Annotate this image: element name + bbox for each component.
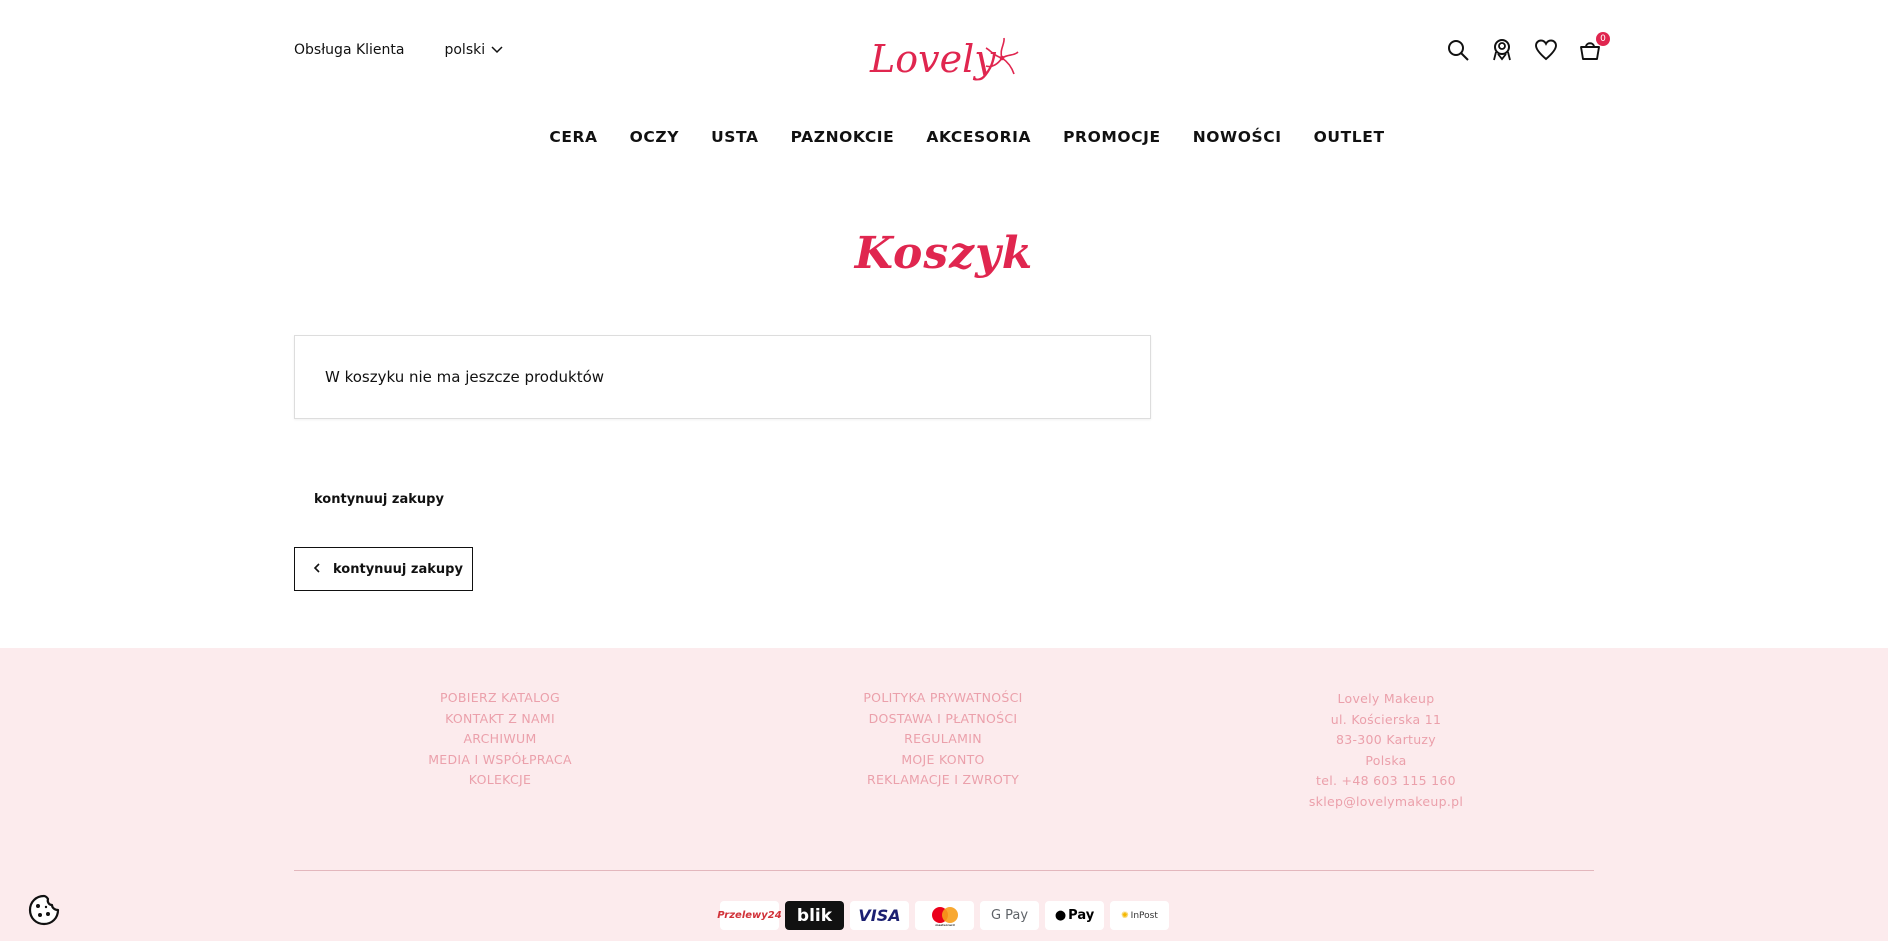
logo-text: Lovely [869,37,996,81]
mastercard-logo: mastercard [915,901,974,930]
apple-pay-label: Pay [1068,908,1095,923]
footer-country: Polska [1365,752,1407,768]
chevron-left-icon [313,562,321,577]
heart-icon[interactable] [1534,38,1558,62]
chevron-down-icon [491,42,503,58]
footer-email[interactable]: sklep@lovelymakeup.pl [1309,794,1463,809]
header-top-left: Obsługa Klienta polski [294,42,503,58]
footer-link-contact[interactable]: KONTAKT Z NAMI [445,711,555,726]
apple-icon: ● [1054,908,1067,923]
footer-link-returns[interactable]: REKLAMACJE I ZWROTY [867,772,1019,787]
footer-company-name: Lovely Makeup [1337,691,1435,706]
continue-shopping-link[interactable]: kontynuuj zakupy [314,492,444,507]
continue-shopping-button[interactable]: kontynuuj zakupy [294,547,473,591]
inpost-sun-icon: ✺ [1121,910,1129,921]
footer-link-archive[interactable]: ARCHIWUM [463,731,536,746]
footer-link-delivery[interactable]: DOSTAWA I PŁATNOŚCI [869,711,1018,726]
footer-link-privacy[interactable]: POLITYKA PRYWATNOŚCI [863,690,1022,705]
footer-city: 83-300 Kartuzy [1335,732,1436,747]
footer: POBIERZ KATALOG KONTAKT Z NAMI ARCHIWUM … [0,648,1888,941]
przelewy24-logo: Przelewy24 [717,901,782,930]
visa-logo: VISA [850,901,909,930]
continue-shopping-button-label: kontynuuj zakupy [333,561,463,577]
nav-item-nowosci[interactable]: NOWOŚCI [1193,128,1282,146]
apple-pay-logo: ● Pay [1045,901,1104,930]
footer-col-address: Lovely Makeup ul. Kościerska 11 83-300 K… [1296,691,1476,809]
empty-cart-message: W koszyku nie ma jeszcze produktów [325,368,605,386]
footer-link-collections[interactable]: KOLEKCJE [469,772,531,787]
nav-item-oczy[interactable]: OCZY [630,128,679,146]
language-label: polski [444,42,486,58]
payment-methods: Przelewy24 blik VISA mastercard G Pay ● … [717,901,1169,930]
footer-divider [294,870,1594,871]
search-icon[interactable] [1446,38,1470,62]
cart-icon[interactable]: 0 [1578,32,1610,62]
cookie-icon[interactable] [27,893,61,927]
logo[interactable]: Lovely [868,34,1020,86]
svg-text:mastercard: mastercard [935,923,954,927]
nav-item-akcesoria[interactable]: AKCESORIA [926,128,1031,146]
nav-item-promocje[interactable]: PROMOCJE [1063,128,1161,146]
cart-count-badge: 0 [1596,32,1610,46]
header-icons: 0 [1446,32,1610,62]
nav-item-outlet[interactable]: OUTLET [1314,128,1385,146]
google-pay-logo: G Pay [980,901,1039,930]
account-icon[interactable] [1490,38,1514,62]
nav-item-usta[interactable]: USTA [711,128,759,146]
blik-logo: blik [785,901,844,930]
language-selector[interactable]: polski [444,42,503,58]
footer-col-info: POBIERZ KATALOG KONTAKT Z NAMI ARCHIWUM … [420,690,580,787]
footer-phone[interactable]: tel. +48 603 115 160 [1316,773,1456,788]
footer-col-policies: POLITYKA PRYWATNOŚCI DOSTAWA I PŁATNOŚCI… [843,690,1043,787]
empty-cart-box: W koszyku nie ma jeszcze produktów [294,335,1151,419]
footer-link-media[interactable]: MEDIA I WSPÓŁPRACA [428,752,572,767]
customer-service-link[interactable]: Obsługa Klienta [294,42,404,58]
footer-link-account[interactable]: MOJE KONTO [901,752,984,767]
footer-link-catalog[interactable]: POBIERZ KATALOG [440,690,560,705]
footer-street: ul. Kościerska 11 [1330,711,1442,727]
footer-link-terms[interactable]: REGULAMIN [904,731,982,746]
inpost-label: InPost [1130,910,1158,921]
nav-item-cera[interactable]: CERA [549,128,597,146]
inpost-logo: ✺ InPost [1110,901,1169,930]
nav-item-paznokcie[interactable]: PAZNOKCIE [791,128,895,146]
page-title: Koszyk [854,228,1034,279]
main-nav: CERA OCZY USTA PAZNOKCIE AKCESORIA PROMO… [0,128,1888,146]
